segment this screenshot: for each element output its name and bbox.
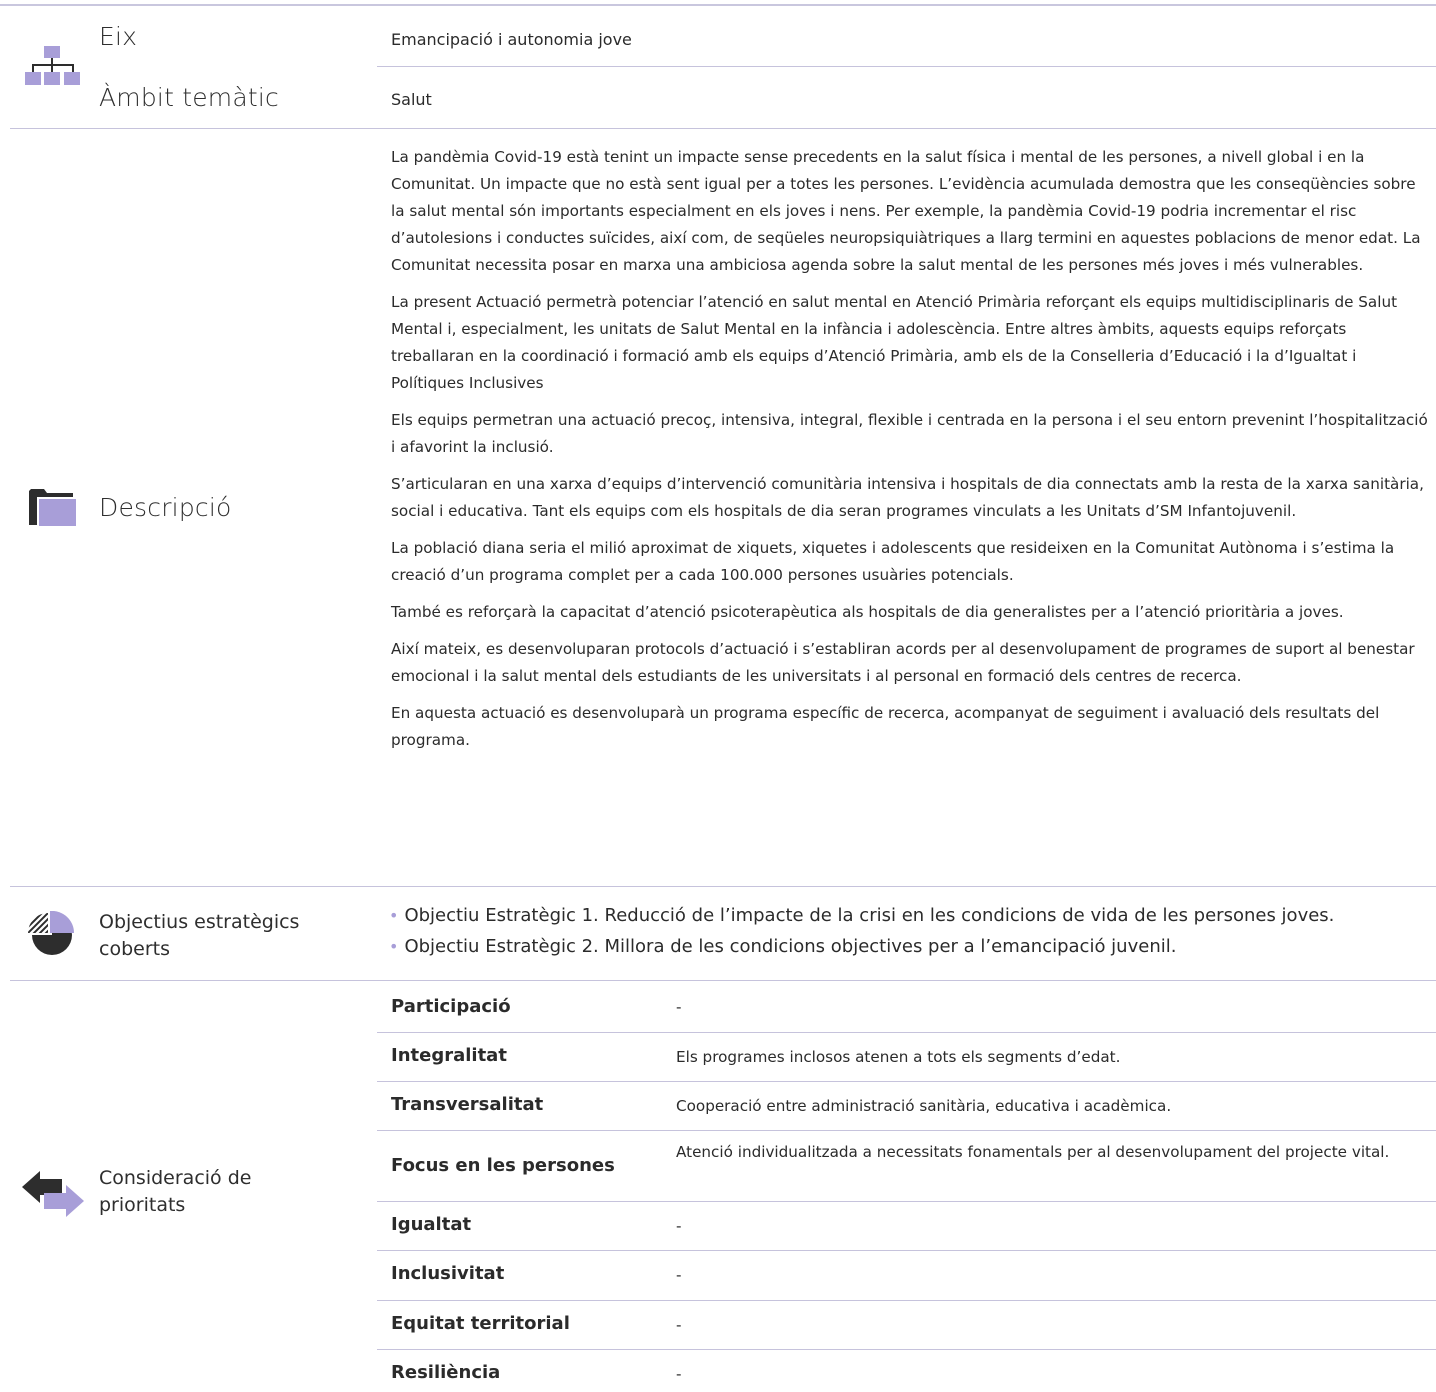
table-row: Participació - — [377, 983, 1436, 1033]
list-item: • Objectiu Estratègic 1. Reducció de l’i… — [389, 900, 1434, 931]
objectius-label-line2: coberts — [99, 938, 170, 960]
objectiu-text: Objectiu Estratègic 1. Reducció de l’imp… — [404, 905, 1335, 926]
section-divider-1 — [10, 128, 1436, 129]
section-divider-2 — [10, 886, 1436, 887]
table-row: Inclusivitat - — [377, 1251, 1436, 1301]
prioritat-name: Focus en les persones — [391, 1155, 615, 1176]
table-row: Integralitat Els programes inclosos aten… — [377, 1033, 1436, 1082]
prioritat-value: - — [676, 998, 682, 1016]
objectiu-text: Objectiu Estratègic 2. Millora de les co… — [404, 936, 1177, 957]
descripcio-paragraph: La present Actuació permetrà potenciar l… — [391, 293, 1398, 392]
section-divider-3 — [10, 980, 1436, 981]
descripcio-paragraph: Així mateix, es desenvoluparan protocols… — [391, 640, 1415, 685]
prioritat-value: Els programes inclosos atenen a tots els… — [676, 1048, 1121, 1066]
prioritat-name: Transversalitat — [391, 1094, 544, 1115]
prioritats-label-line2: prioritats — [99, 1194, 186, 1216]
prioritat-value: - — [676, 1365, 682, 1383]
table-row: Igualtat - — [377, 1202, 1436, 1251]
table-row: Transversalitat Cooperació entre adminis… — [377, 1082, 1436, 1131]
arrows-exchange-icon — [22, 1171, 84, 1217]
descripcio-paragraph: S’articularan en una xarxa d’equips d’in… — [391, 475, 1424, 520]
prioritat-name: Participació — [391, 996, 511, 1017]
prioritat-value: Atenció individualitzada a necessitats f… — [676, 1143, 1390, 1161]
prioritat-value: - — [676, 1217, 682, 1235]
descripcio-label: Descripció — [99, 493, 232, 522]
prioritat-name: Integralitat — [391, 1045, 507, 1066]
descripcio-text: La pandèmia Covid-19 està tenint un impa… — [391, 144, 1433, 764]
folder-icon — [29, 489, 76, 526]
prioritats-label: Consideració de prioritats — [99, 1165, 251, 1219]
descripcio-paragraph: La població diana seria el milió aproxim… — [391, 539, 1395, 584]
bullet-icon: • — [389, 906, 399, 925]
descripcio-paragraph: La pandèmia Covid-19 està tenint un impa… — [391, 148, 1421, 274]
ambit-value: Salut — [391, 90, 432, 109]
list-item: • Objectiu Estratègic 2. Millora de les … — [389, 931, 1434, 962]
prioritat-name: Resiliència — [391, 1362, 501, 1383]
descripcio-paragraph: Els equips permetran una actuació precoç… — [391, 411, 1428, 456]
prioritat-name: Igualtat — [391, 1214, 472, 1235]
pie-chart-icon — [28, 911, 75, 955]
eix-value: Emancipació i autonomia jove — [391, 30, 632, 49]
prioritat-name: Equitat territorial — [391, 1313, 570, 1334]
prioritat-value: Cooperació entre administració sanitària… — [676, 1097, 1172, 1115]
table-row: Resiliència - — [377, 1350, 1436, 1392]
descripcio-paragraph: També es reforçarà la capacitat d’atenci… — [391, 603, 1344, 621]
top-rule — [0, 4, 1436, 6]
table-row: Equitat territorial - — [377, 1301, 1436, 1350]
objectius-label-line1: Objectius estratègics — [99, 911, 300, 933]
eix-divider — [377, 66, 1436, 67]
prioritat-value: - — [676, 1266, 682, 1284]
prioritats-label-line1: Consideració de — [99, 1167, 252, 1189]
bullet-icon: • — [389, 937, 399, 956]
prioritat-name: Inclusivitat — [391, 1263, 505, 1284]
objectius-list: • Objectiu Estratègic 1. Reducció de l’i… — [389, 900, 1434, 962]
descripcio-paragraph: En aquesta actuació es desenvoluparà un … — [391, 704, 1380, 749]
prioritat-value: - — [676, 1316, 682, 1334]
eix-label: Eix — [99, 22, 138, 51]
table-row: Focus en les persones Atenció individual… — [377, 1131, 1436, 1202]
ambit-label: Àmbit temàtic — [99, 83, 279, 112]
org-chart-icon — [25, 46, 80, 85]
objectius-label: Objectius estratègics coberts — [99, 909, 299, 963]
